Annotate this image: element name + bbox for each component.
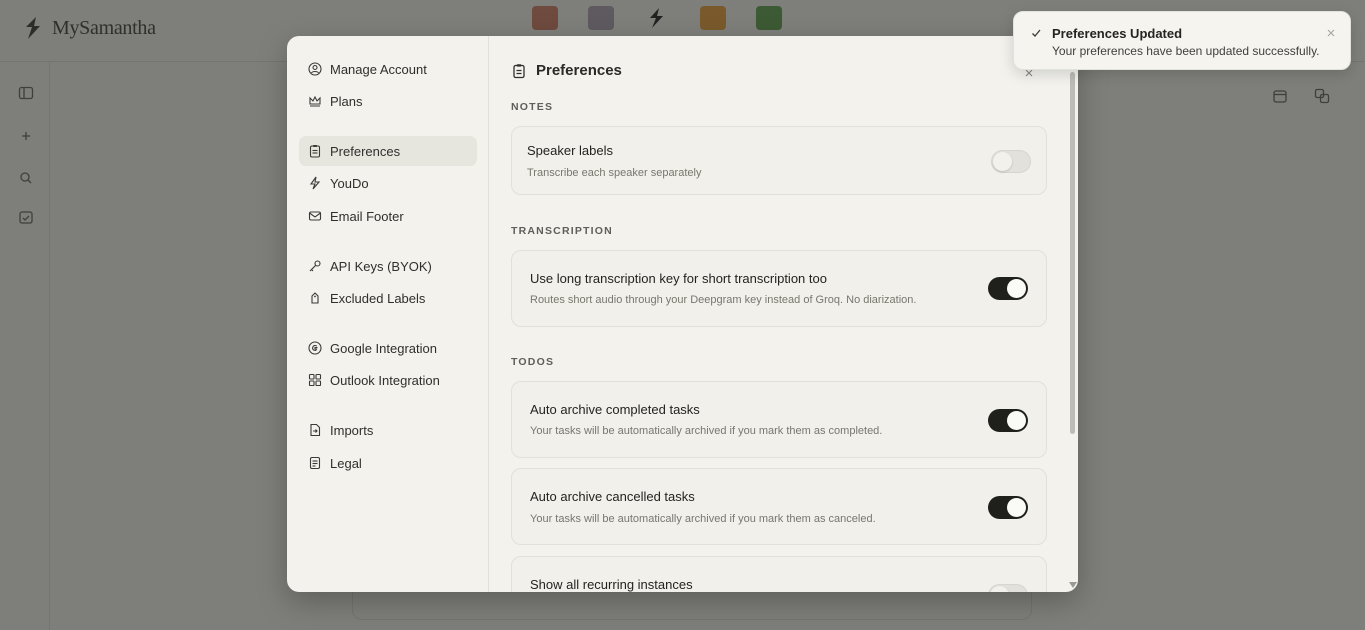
setting-card-auto-archive-cancelled: Auto archive cancelled tasks Your tasks …: [511, 468, 1047, 545]
clipboard-icon: [309, 145, 321, 158]
settings-nav: Manage Account Plans Preferences YouDo E…: [287, 36, 489, 592]
nav-label: Preferences: [330, 143, 401, 159]
plus-icon[interactable]: [18, 128, 34, 144]
header-app-icons: [532, 6, 782, 30]
tag-icon: [311, 292, 319, 304]
bolt-icon: [309, 176, 321, 190]
app-icon-5[interactable]: [756, 6, 782, 30]
toggle-knob: [1007, 279, 1026, 298]
toggle-knob: [1007, 411, 1026, 430]
setting-title: Use long transcription key for short tra…: [530, 271, 827, 286]
toggle-knob: [993, 152, 1012, 171]
check-icon: [1032, 29, 1041, 37]
app-name: MySamantha: [52, 16, 156, 39]
layout-icon[interactable]: [18, 85, 34, 101]
file-import-icon: [310, 423, 321, 437]
setting-title: Speaker labels: [527, 143, 613, 158]
panel-header: Preferences: [511, 62, 622, 79]
long-transcription-toggle[interactable]: [988, 277, 1028, 300]
nav-item-google-integration[interactable]: Google Integration: [299, 333, 477, 363]
nav-label: Legal: [330, 455, 362, 471]
nav-item-preferences[interactable]: Preferences: [299, 136, 477, 166]
speaker-labels-toggle[interactable]: [991, 150, 1031, 173]
nav-item-excluded-labels[interactable]: Excluded Labels: [299, 283, 477, 313]
settings-modal: Manage Account Plans Preferences YouDo E…: [287, 36, 1078, 592]
nav-label: Plans: [330, 93, 363, 109]
setting-title: Show all recurring instances: [530, 577, 693, 592]
app-icon-4[interactable]: [700, 6, 726, 30]
section-label-transcription: TRANSCRIPTION: [511, 225, 613, 237]
translate-icon[interactable]: [1314, 88, 1330, 104]
nav-label: Manage Account: [330, 61, 427, 77]
section-label-todos: TODOS: [511, 356, 555, 368]
nav-item-manage-account[interactable]: Manage Account: [299, 54, 477, 84]
user-circle-icon: [308, 62, 322, 76]
preferences-panel: Preferences NOTES Speaker labels Transcr…: [490, 36, 1078, 592]
scrollbar-thumb[interactable]: [1070, 72, 1075, 434]
toast-notification: Preferences Updated Your preferences hav…: [1013, 11, 1351, 70]
setting-card-long-transcription: Use long transcription key for short tra…: [511, 250, 1047, 327]
crown-icon: [309, 95, 321, 107]
calendar-icon[interactable]: [1272, 88, 1288, 104]
nav-item-outlook-integration[interactable]: Outlook Integration: [299, 365, 477, 395]
auto-archive-completed-toggle[interactable]: [988, 409, 1028, 432]
setting-title: Auto archive completed tasks: [530, 402, 700, 417]
close-icon[interactable]: [1326, 28, 1336, 38]
toggle-knob: [990, 586, 1009, 592]
nav-item-api-keys[interactable]: API Keys (BYOK): [299, 251, 477, 281]
document-icon: [309, 456, 321, 470]
toast-title: Preferences Updated: [1052, 26, 1183, 41]
search-icon[interactable]: [18, 170, 34, 186]
nav-label: Google Integration: [330, 340, 437, 356]
clipboard-icon: [513, 63, 525, 78]
nav-label: Outlook Integration: [330, 372, 440, 388]
nav-item-email-footer[interactable]: Email Footer: [299, 201, 477, 231]
app-sidebar: [0, 62, 50, 630]
nav-item-youdo[interactable]: YouDo: [299, 168, 477, 198]
nav-label: Email Footer: [330, 208, 404, 224]
page-title: Preferences: [536, 62, 622, 79]
nav-label: YouDo: [330, 175, 369, 191]
section-label-notes: NOTES: [511, 101, 554, 113]
setting-description: Routes short audio through your Deepgram…: [530, 294, 917, 306]
toggle-knob: [1007, 498, 1026, 517]
calendar-check-icon[interactable]: [18, 209, 34, 225]
setting-title: Auto archive cancelled tasks: [530, 489, 695, 504]
bolt-app-icon[interactable]: [644, 6, 670, 30]
setting-description: Your tasks will be automatically archive…: [530, 513, 876, 525]
nav-item-plans[interactable]: Plans: [299, 86, 477, 116]
auto-archive-cancelled-toggle[interactable]: [988, 496, 1028, 519]
nav-label: Excluded Labels: [330, 290, 426, 306]
nav-label: Imports: [330, 422, 374, 438]
setting-card-show-recurring: Show all recurring instances: [511, 556, 1047, 592]
grid-icon: [308, 373, 322, 387]
scroll-down-icon[interactable]: [1069, 582, 1077, 588]
setting-card-speaker-labels: Speaker labels Transcribe each speaker s…: [511, 126, 1047, 195]
setting-card-auto-archive-completed: Auto archive completed tasks Your tasks …: [511, 381, 1047, 458]
right-toolbar: [1272, 88, 1330, 104]
nav-label: API Keys (BYOK): [330, 258, 432, 274]
app-icon-1[interactable]: [532, 6, 558, 30]
key-icon: [309, 260, 321, 272]
mail-icon: [308, 211, 322, 221]
app-icon-2[interactable]: [588, 6, 614, 30]
toast-message: Your preferences have been updated succe…: [1052, 44, 1320, 58]
nav-item-imports[interactable]: Imports: [299, 415, 477, 445]
google-icon: [308, 341, 322, 355]
nav-item-legal[interactable]: Legal: [299, 448, 477, 478]
setting-description: Transcribe each speaker separately: [527, 167, 702, 179]
logo-icon: [26, 17, 40, 39]
setting-description: Your tasks will be automatically archive…: [530, 425, 883, 437]
show-recurring-toggle[interactable]: [988, 584, 1028, 592]
app-logo[interactable]: MySamantha: [22, 16, 156, 40]
